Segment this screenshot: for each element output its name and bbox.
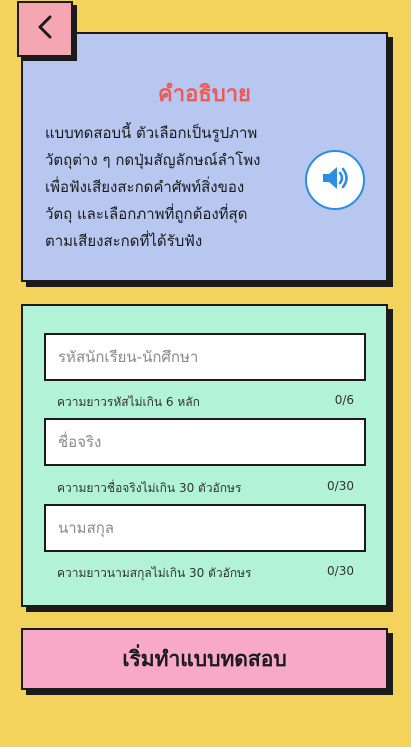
last-name-helper: ความยาวนามสกุลไม่เกิน 30 ตัวอักษร <box>57 566 252 580</box>
last-name-counter: 0/30 <box>327 564 354 578</box>
first-name-input[interactable] <box>44 418 366 466</box>
instruction-card: คำอธิบาย แบบทดสอบนี้ ตัวเลือกเป็นรูปภาพ … <box>21 32 388 282</box>
registration-form: ความยาวรหัสไม่เกิน 6 หลัก 0/6 ความยาวชื่… <box>21 304 388 607</box>
first-name-counter: 0/30 <box>327 479 354 493</box>
chevron-left-icon <box>34 14 56 44</box>
student-id-counter: 0/6 <box>334 393 354 407</box>
instruction-line: ตามเสียงสะกดที่ได้รับฟัง <box>45 232 203 250</box>
first-name-helper: ความยาวชื่อจริงไม่เกิน 30 ตัวอักษร <box>57 481 242 495</box>
start-test-button[interactable]: เริ่มทำแบบทดสอบ <box>21 628 388 690</box>
student-id-helper: ความยาวรหัสไม่เกิน 6 หลัก <box>57 395 200 409</box>
instruction-title: คำอธิบาย <box>158 82 251 107</box>
play-audio-button[interactable] <box>305 150 365 210</box>
instruction-line: วัตถุ และเลือกภาพที่ถูกต้องที่สุด <box>45 205 248 223</box>
student-id-input[interactable] <box>44 333 366 381</box>
instruction-line: วัตถุต่าง ๆ กดปุ่มสัญลักษณ์ลำโพง <box>45 151 261 169</box>
instruction-text: แบบทดสอบนี้ ตัวเลือกเป็นรูปภาพ วัตถุต่าง… <box>45 120 295 255</box>
instruction-line: เพื่อฟังเสียงสะกดคำศัพท์สิ่งของ <box>45 178 245 196</box>
instruction-line: แบบทดสอบนี้ ตัวเลือกเป็นรูปภาพ <box>45 124 258 142</box>
speaker-icon <box>319 162 351 198</box>
back-button[interactable] <box>17 1 73 57</box>
last-name-input[interactable] <box>44 504 366 552</box>
